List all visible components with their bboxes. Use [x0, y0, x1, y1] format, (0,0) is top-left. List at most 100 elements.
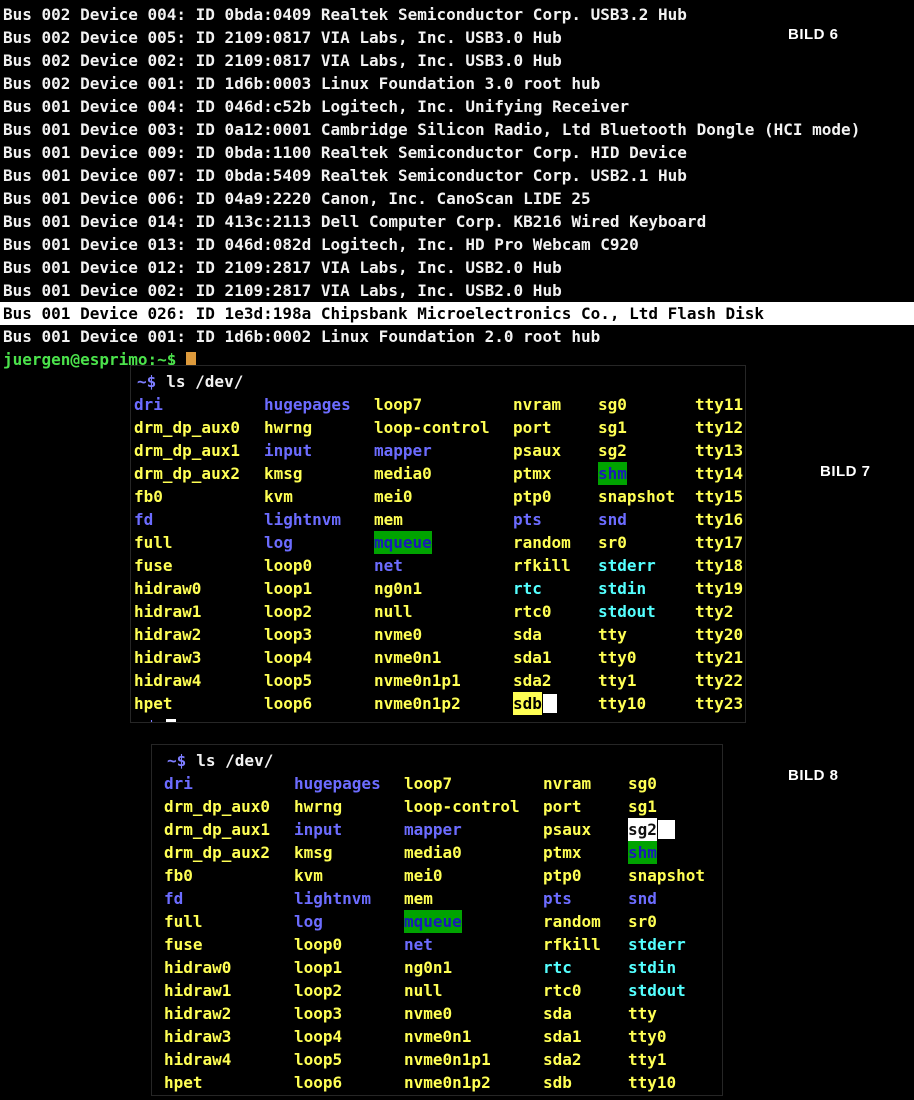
listing-row: rtc: [513, 577, 598, 600]
listing-row: drm_dp_aux1: [164, 818, 294, 841]
listing-row: fuse: [164, 933, 294, 956]
dev-entry-sdb: sdb: [513, 692, 542, 715]
listing-column: dridrm_dp_aux0drm_dp_aux1drm_dp_aux2fb0f…: [134, 393, 264, 715]
listing-row: shm: [628, 841, 723, 864]
listing-row: fuse: [134, 554, 264, 577]
listing-row: shm: [598, 462, 695, 485]
dev-entry-pts: pts: [543, 887, 572, 910]
lsusb-line: Bus 001 Device 014: ID 413c:2113 Dell Co…: [0, 210, 914, 233]
dev-entry-loop4: loop4: [294, 1025, 342, 1048]
listing-row: net: [404, 933, 543, 956]
listing-row: ptp0: [543, 864, 628, 887]
dev-entry-tty14: tty14: [695, 462, 743, 485]
dev-entry-rtc0: rtc0: [513, 600, 552, 623]
listing-row: port: [543, 795, 628, 818]
listing-row: hidraw0: [134, 577, 264, 600]
listing-row: nvme0: [374, 623, 513, 646]
dev-entry-full: full: [134, 531, 173, 554]
dev-entry-sdb: sdb: [543, 1071, 572, 1094]
listing-row: loop4: [264, 646, 374, 669]
listing-row: stderr: [598, 554, 695, 577]
terminal-bild7[interactable]: ~$ ls /dev/ dridrm_dp_aux0drm_dp_aux1drm_…: [130, 365, 746, 723]
command-text: ls /dev/: [166, 372, 243, 391]
listing-row: sda1: [543, 1025, 628, 1048]
dev-entry-tty: tty: [598, 623, 627, 646]
listing-row: tty23: [695, 692, 743, 715]
bottom-prompt-line: ~$: [164, 1094, 722, 1096]
listing-row: hidraw1: [134, 600, 264, 623]
dev-entry-mei0: mei0: [404, 864, 443, 887]
dev-entry-tty10: tty10: [628, 1071, 676, 1094]
listing-row: loop0: [264, 554, 374, 577]
listing-row: rtc0: [513, 600, 598, 623]
listing-row: sg2: [628, 818, 723, 841]
listing-row: loop-control: [404, 795, 543, 818]
listing-row: fb0: [134, 485, 264, 508]
dev-entry-nvme0: nvme0: [404, 1002, 452, 1025]
listing-column: hugepageshwrnginputkmsgkvmlightnvmlogloo…: [264, 393, 374, 715]
listing-column: dridrm_dp_aux0drm_dp_aux1drm_dp_aux2fb0f…: [164, 772, 294, 1094]
dev-entry-hidraw0: hidraw0: [134, 577, 201, 600]
listing-row: pts: [543, 887, 628, 910]
listing-row: sda: [543, 1002, 628, 1025]
listing-row: tty22: [695, 669, 743, 692]
dev-listing: dridrm_dp_aux0drm_dp_aux1drm_dp_aux2fb0f…: [134, 393, 745, 715]
dev-entry-hugepages: hugepages: [264, 393, 351, 416]
dev-entry-snapshot: snapshot: [628, 864, 705, 887]
dev-entry-hidraw3: hidraw3: [134, 646, 201, 669]
dev-entry-ptmx: ptmx: [543, 841, 582, 864]
listing-column: nvramportpsauxptmxptp0ptsrandomrfkillrtc…: [513, 393, 598, 715]
listing-row: hidraw3: [164, 1025, 294, 1048]
listing-row: stdin: [628, 956, 723, 979]
dev-entry-snapshot: snapshot: [598, 485, 675, 508]
dev-entry-loop7: loop7: [404, 772, 452, 795]
listing-row: log: [264, 531, 374, 554]
dev-entry-sg0: sg0: [598, 393, 627, 416]
lsusb-terminal[interactable]: Bus 002 Device 004: ID 0bda:0409 Realtek…: [0, 0, 914, 371]
dev-entry-hidraw3: hidraw3: [164, 1025, 231, 1048]
listing-row: loop6: [294, 1071, 404, 1094]
listing-row: ptmx: [513, 462, 598, 485]
listing-row: mapper: [404, 818, 543, 841]
listing-row: rtc0: [543, 979, 628, 1002]
dev-entry-media0: media0: [374, 462, 432, 485]
listing-column: nvramportpsauxptmxptp0ptsrandomrfkillrtc…: [543, 772, 628, 1094]
lsusb-line: Bus 001 Device 007: ID 0bda:5409 Realtek…: [0, 164, 914, 187]
listing-row: tty12: [695, 416, 743, 439]
dev-entry-tty: tty: [628, 1002, 657, 1025]
dev-entry-mem: mem: [404, 887, 433, 910]
listing-row: sr0: [628, 910, 723, 933]
listing-row: rtc: [543, 956, 628, 979]
dev-entry-loop6: loop6: [264, 692, 312, 715]
listing-row: drm_dp_aux2: [134, 462, 264, 485]
dev-entry-loop3: loop3: [294, 1002, 342, 1025]
dev-entry-lightnvm: lightnvm: [264, 508, 341, 531]
dev-entry-sg0: sg0: [628, 772, 657, 795]
listing-row: mem: [404, 887, 543, 910]
prompt-symbol: ~$: [137, 372, 156, 391]
lsusb-line: Bus 001 Device 002: ID 2109:2817 VIA Lab…: [0, 279, 914, 302]
listing-row: port: [513, 416, 598, 439]
dev-entry-null: null: [374, 600, 413, 623]
listing-row: tty11: [695, 393, 743, 416]
listing-row: sg0: [628, 772, 723, 795]
listing-row: drm_dp_aux1: [134, 439, 264, 462]
listing-row: tty10: [628, 1071, 723, 1094]
listing-row: lightnvm: [264, 508, 374, 531]
dev-entry-tty23: tty23: [695, 692, 743, 715]
listing-row: loop6: [264, 692, 374, 715]
dev-entry-tty16: tty16: [695, 508, 743, 531]
listing-row: mei0: [374, 485, 513, 508]
listing-row: pts: [513, 508, 598, 531]
command-line: ~$ls /dev/: [164, 749, 722, 772]
terminal-bild8[interactable]: ~$ls /dev/ dridrm_dp_aux0drm_dp_aux1drm_…: [151, 744, 723, 1096]
listing-row: tty0: [598, 646, 695, 669]
dev-entry-rfkill: rfkill: [543, 933, 601, 956]
prompt-symbol: ~$: [167, 751, 186, 770]
dev-entry-drm_dp_aux0: drm_dp_aux0: [164, 795, 270, 818]
listing-row: nvme0: [404, 1002, 543, 1025]
dev-entry-loop0: loop0: [264, 554, 312, 577]
listing-row: tty1: [598, 669, 695, 692]
dev-entry-kvm: kvm: [294, 864, 323, 887]
dev-entry-nvme0: nvme0: [374, 623, 422, 646]
